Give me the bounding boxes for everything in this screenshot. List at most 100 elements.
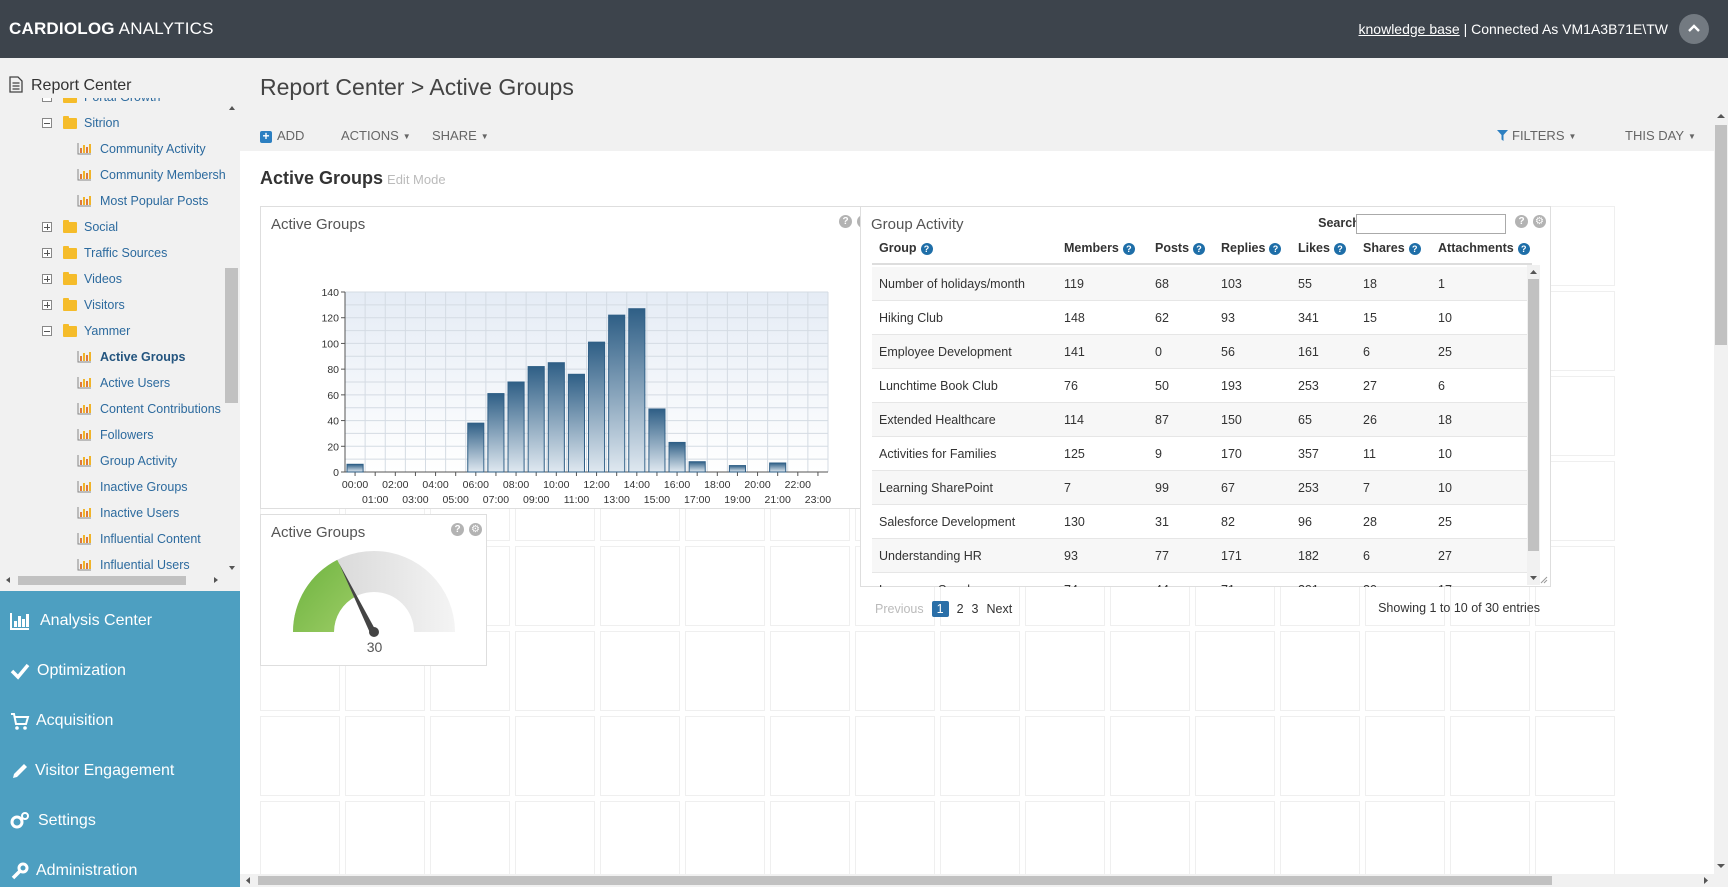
tree-report[interactable]: Community Activity [0,139,226,159]
bar[interactable] [487,393,505,473]
table-row[interactable]: Activities for Families 125 9 170 357 11 10 [872,437,1532,471]
tree-folder[interactable]: Traffic Sources [0,243,226,263]
tree-report[interactable]: Inactive Groups [0,477,226,497]
collapse-icon[interactable] [42,118,52,128]
tree-report[interactable]: Most Popular Posts [0,191,226,211]
bar[interactable] [668,441,686,473]
bar[interactable] [608,314,626,473]
period-menu[interactable]: THIS DAY ▼ [1625,128,1696,143]
bar[interactable] [648,408,666,473]
bar[interactable] [588,341,606,473]
help-icon[interactable]: ? [1408,243,1421,255]
report-center-heading[interactable]: Report Center [9,76,132,95]
actions-menu[interactable]: ACTIONS ▼ [341,128,411,143]
entries-info: Showing 1 to 10 of 30 entries [1378,601,1540,615]
bar[interactable] [728,465,746,473]
tree-report[interactable]: Active Users [0,373,226,393]
nav-optimization[interactable]: Optimization [0,646,240,696]
collapse-icon[interactable] [42,98,52,102]
nav-visitor-engagement[interactable]: Visitor Engagement [0,746,240,796]
table-scroll-thumb[interactable] [1528,279,1539,551]
edit-mode-label[interactable]: Edit Mode [387,172,446,187]
bar[interactable] [628,308,646,473]
bar[interactable] [547,362,565,473]
help-icon[interactable]: ? [1515,215,1528,228]
tree-scroll-thumb[interactable] [225,268,238,403]
bar[interactable] [567,373,585,473]
page-scroll-thumb[interactable] [1715,125,1727,345]
tree-folder[interactable]: Portal Growth [0,98,226,107]
table-row[interactable]: Extended Healthcare 114 87 150 65 26 18 [872,403,1532,437]
search-input[interactable] [1356,214,1506,234]
bar-chart: 0 20 40 60 80 100 120 140 00:00 01:00 02:00 03:00 04… [321,287,831,506]
column-header-likes[interactable]: Likes? [1298,241,1346,255]
knowledge-base-link[interactable]: knowledge base [1359,21,1460,37]
expand-icon[interactable] [42,222,52,232]
header-status: knowledge base | Connected As VM1A3B71E\… [1359,21,1668,37]
page-hscroll-thumb[interactable] [258,876,1552,885]
column-header-attachments[interactable]: Attachments? [1438,241,1530,255]
tree-folder[interactable]: Videos [0,269,226,289]
column-header-posts[interactable]: Posts? [1155,241,1206,255]
table-row[interactable]: Learning SharePoint 7 99 67 253 7 10 [872,471,1532,505]
page-3-button[interactable]: 3 [972,602,979,616]
page-1-button[interactable]: 1 [931,601,949,617]
tree-report[interactable]: Inactive Users [0,503,226,523]
tree-report[interactable]: Content Contributions [0,399,226,419]
next-page-button[interactable]: Next [987,602,1013,616]
expand-icon[interactable] [42,248,52,258]
collapse-icon[interactable] [42,326,52,336]
expand-icon[interactable] [42,300,52,310]
resize-handle-icon[interactable] [1540,576,1548,584]
nav-administration[interactable]: Administration [0,846,240,887]
table-row[interactable]: Employee Development 141 0 56 161 6 25 [872,335,1532,369]
help-icon[interactable]: ? [920,243,933,255]
bar[interactable] [507,381,525,473]
help-icon[interactable]: ? [1333,243,1346,255]
grid-cell [1195,631,1275,711]
nav-acquisition[interactable]: Acquisition [0,696,240,746]
bar[interactable] [467,422,485,473]
column-header-members[interactable]: Members? [1064,241,1135,255]
bar[interactable] [769,462,787,473]
tree-folder[interactable]: Visitors [0,295,226,315]
previous-page-button[interactable]: Previous [875,602,924,616]
help-icon[interactable]: ? [1269,243,1282,255]
tree-report[interactable]: Community Membersh [0,165,226,185]
column-header-replies[interactable]: Replies? [1221,241,1282,255]
collapse-header-button[interactable] [1679,14,1709,44]
page-2-button[interactable]: 2 [957,602,964,616]
table-row[interactable]: Language Speakers 74 44 71 291 20 17 [872,573,1532,587]
help-icon[interactable]: ? [1122,243,1135,255]
tree-report[interactable]: Followers [0,425,226,445]
nav-settings[interactable]: Settings [0,796,240,846]
bar[interactable] [346,463,364,473]
column-label: Posts [1155,241,1190,255]
tree-folder[interactable]: Yammer [0,321,226,341]
toolbar: + ADD ACTIONS ▼ SHARE ▼ FILTERS ▼ THIS DAY ▼ [240,115,1714,149]
share-menu[interactable]: SHARE ▼ [432,128,489,143]
bar[interactable] [527,366,545,473]
tree-report[interactable]: Active Groups [0,347,226,367]
table-row[interactable]: Lunchtime Book Club 76 50 193 253 27 6 [872,369,1532,403]
table-row[interactable]: Understanding HR 93 77 171 182 6 27 [872,539,1532,573]
table-row[interactable]: Number of holidays/month 119 68 103 55 18 1 [872,267,1532,301]
column-header-group[interactable]: Group? [879,241,933,255]
table-row[interactable]: Hiking Club 148 62 93 341 15 10 [872,301,1532,335]
expand-icon[interactable] [42,274,52,284]
help-icon[interactable]: ? [1193,243,1206,255]
bar[interactable] [688,461,706,473]
tree-folder[interactable]: Social [0,217,226,237]
add-button[interactable]: + ADD [260,128,304,143]
tree-report[interactable]: Influential Users [0,555,226,575]
column-header-shares[interactable]: Shares? [1363,241,1421,255]
tree-report[interactable]: Influential Content [0,529,226,549]
filters-menu[interactable]: FILTERS ▼ [1497,128,1576,143]
tree-report[interactable]: Group Activity [0,451,226,471]
help-icon[interactable]: ? [1517,243,1530,255]
settings-icon[interactable]: ⚙ [1533,215,1546,228]
tree-hscroll-thumb[interactable] [18,576,186,585]
nav-analysis-center[interactable]: Analysis Center [0,596,240,646]
tree-folder[interactable]: Sitrion [0,113,226,133]
table-row[interactable]: Salesforce Development 130 31 82 96 28 25 [872,505,1532,539]
